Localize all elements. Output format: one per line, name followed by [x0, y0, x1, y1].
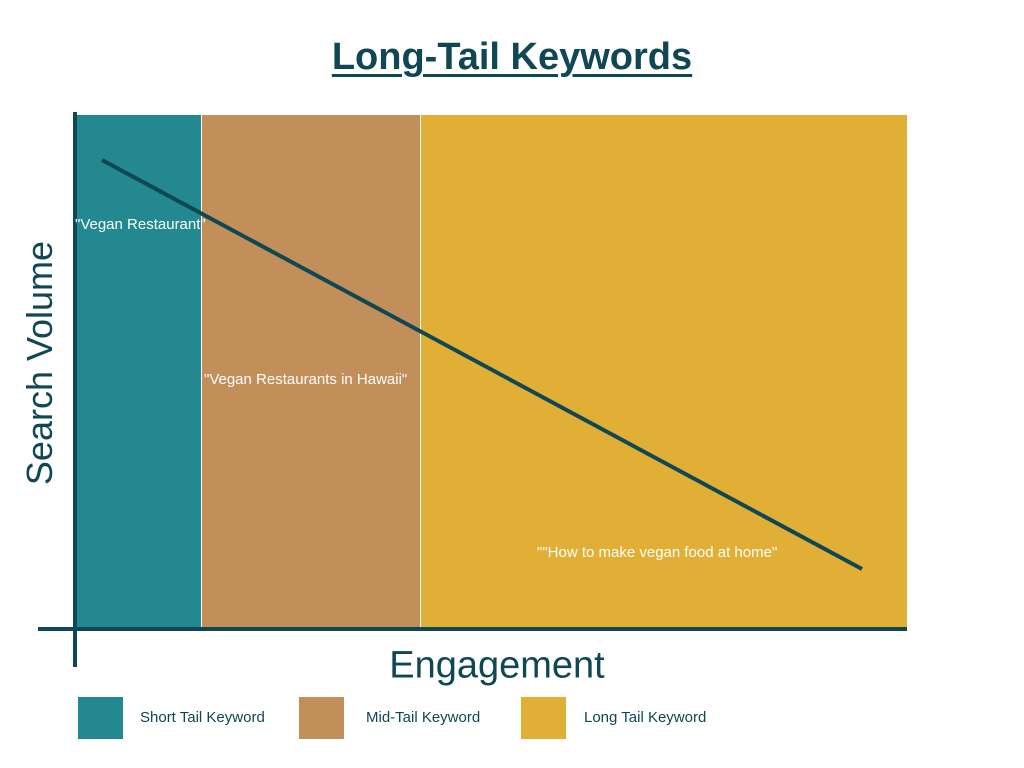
legend-swatch-short-tail	[78, 697, 123, 739]
annotation-mid-tail: "Vegan Restaurants in Hawaii"	[204, 371, 408, 388]
trend-line	[101, 158, 863, 571]
legend-swatch-mid-tail	[299, 697, 344, 739]
annotation-short-tail: "Vegan Restaurant"	[75, 216, 206, 233]
y-axis-label: Search Volume	[19, 240, 60, 486]
legend-label-short-tail: Short Tail Keyword	[140, 709, 265, 726]
x-axis-label: Engagement	[389, 644, 605, 687]
annotation-long-tail: ""How to make vegan food at home"	[537, 544, 778, 561]
legend-label-mid-tail: Mid-Tail Keyword	[366, 709, 481, 726]
legend-label-long-tail: Long Tail Keyword	[584, 709, 707, 726]
legend-swatch-long-tail	[521, 697, 566, 739]
